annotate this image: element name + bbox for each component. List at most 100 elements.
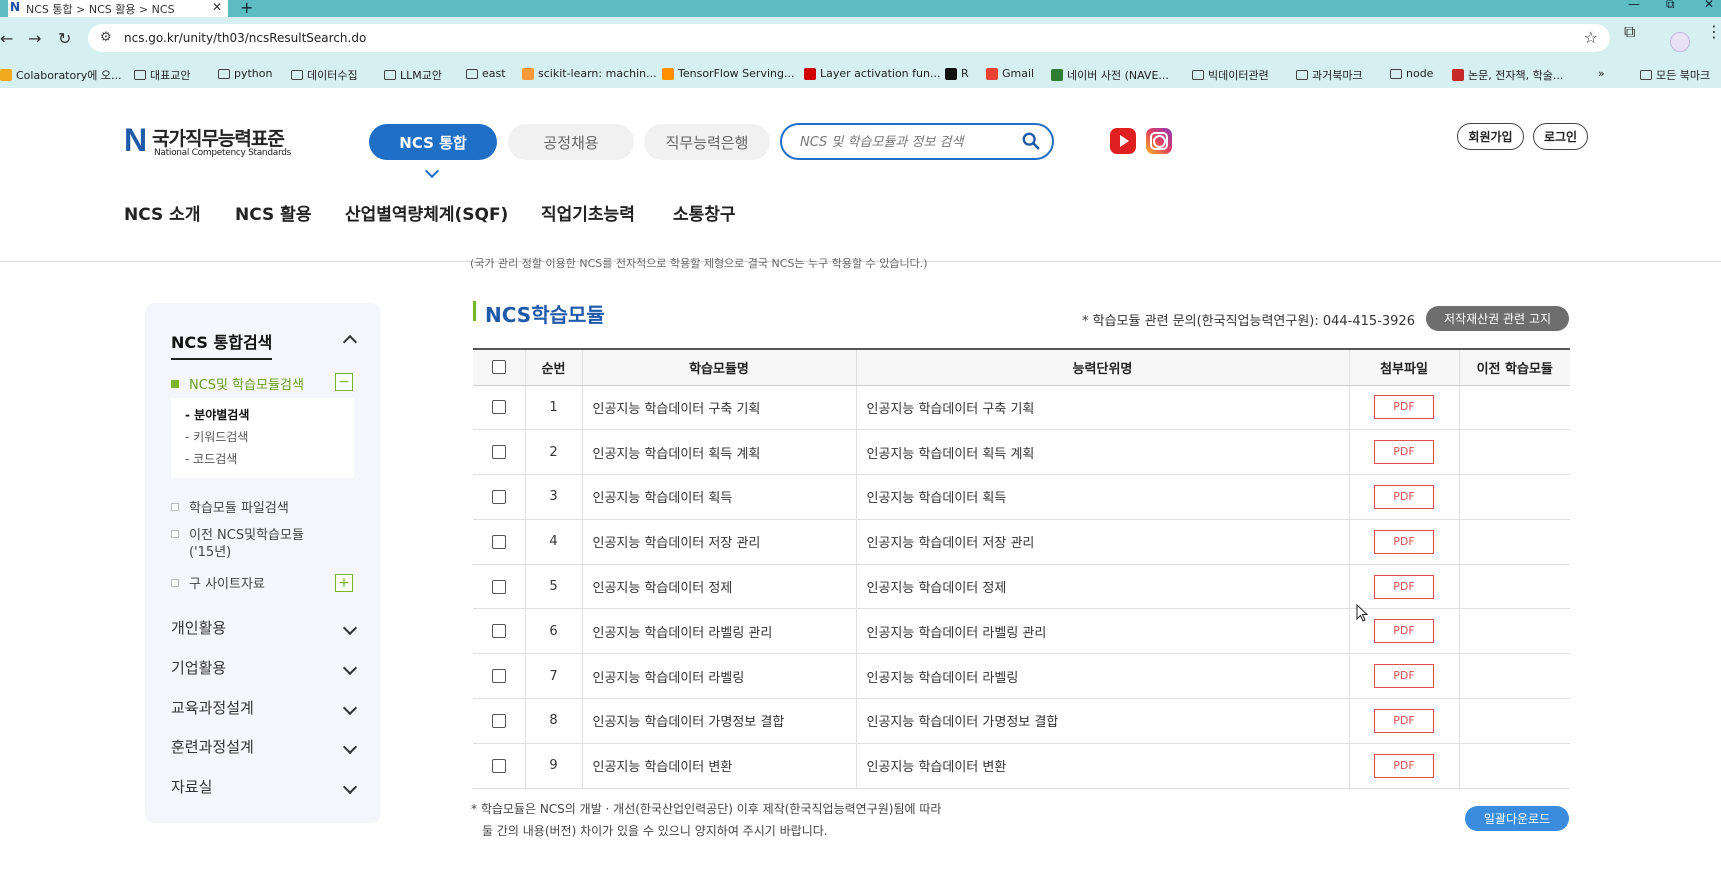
clipped-description: (국가 관리 정할 이용한 NCS를 전자적으로 학용할 제형으로 결국 NCS… <box>470 257 928 270</box>
bookmark-item[interactable]: 네이버 사전 (NAVE... <box>1051 67 1169 83</box>
folder-icon <box>291 70 303 80</box>
bookmark-item[interactable]: 대표교안 <box>134 67 190 83</box>
pdf-download-button[interactable]: PDF <box>1374 574 1434 599</box>
sidebar-menu-business[interactable]: 기업활용 <box>171 657 226 678</box>
sidebar-item-label: ('15년) <box>189 545 232 560</box>
bookmark-item[interactable]: Gmail <box>986 67 1034 80</box>
gnb-communication[interactable]: 소통창구 <box>673 200 736 225</box>
bookmark-item[interactable]: 빅데이터관련 <box>1192 67 1269 83</box>
pdf-download-button[interactable]: PDF <box>1374 753 1434 778</box>
unit-name: 인공지능 학습데이터 획득 계획 <box>855 429 1349 476</box>
site-info-icon[interactable]: ⚙ <box>100 30 112 45</box>
bookmark-item[interactable]: scikit-learn: machin... <box>522 67 657 80</box>
gnb-basic-competency[interactable]: 직업기초능력 <box>541 200 635 225</box>
address-url[interactable]: ncs.go.kr/unity/th03/ncsResultSearch.do <box>124 31 366 45</box>
sklearn-icon <box>522 67 534 80</box>
bookmark-item[interactable]: R <box>945 67 969 80</box>
search-icon[interactable] <box>1022 132 1040 150</box>
browser-tab[interactable]: N NCS 통합 > NCS 활용 > NCS ✕ <box>8 0 228 17</box>
row-checkbox[interactable] <box>491 534 506 549</box>
row-checkbox[interactable] <box>491 713 506 728</box>
pdf-download-button[interactable]: PDF <box>1374 395 1434 420</box>
search-input[interactable] <box>800 132 1010 152</box>
pdf-download-button[interactable]: PDF <box>1374 529 1434 554</box>
gnb-ncs-intro[interactable]: NCS 소개 <box>124 200 200 225</box>
instagram-icon[interactable] <box>1146 128 1172 154</box>
tab-fair-hiring[interactable]: 공정채용 <box>508 124 634 160</box>
row-checkbox[interactable] <box>491 669 506 684</box>
tab-ncs-integrated[interactable]: NCS 통합 <box>369 124 497 160</box>
bookmarks-more-button[interactable]: » <box>1598 67 1605 80</box>
chevron-down-icon[interactable] <box>342 700 358 716</box>
select-all-checkbox[interactable] <box>491 360 506 375</box>
close-window-button[interactable]: ✕ <box>1704 0 1714 11</box>
back-icon[interactable]: ← <box>0 29 13 48</box>
sidebar-item-old-ncs[interactable]: 이전 NCS및학습모듈 ('15년) <box>171 527 304 561</box>
bookmark-item[interactable]: 논문, 전자책, 학술... <box>1452 67 1563 83</box>
extensions-icon[interactable]: ⧉ <box>1624 22 1635 42</box>
row-checkbox[interactable] <box>491 489 506 504</box>
minimize-button[interactable]: — <box>1628 0 1640 11</box>
sidebar-menu-training[interactable]: 훈련과정설계 <box>171 736 254 757</box>
gnb-ncs-use[interactable]: NCS 활용 <box>235 200 311 225</box>
menu-icon[interactable]: ⋮ <box>1706 22 1721 41</box>
bookmark-item[interactable]: Colaboratory에 오... <box>0 67 122 83</box>
bookmark-item[interactable]: node <box>1390 67 1433 80</box>
bookmark-item[interactable]: TensorFlow Serving... <box>662 67 794 80</box>
row-check-cell <box>473 608 525 655</box>
pdf-download-button[interactable]: PDF <box>1374 664 1434 689</box>
sidebar-item-ncs-search[interactable]: NCS및 학습모듈검색 <box>171 374 304 393</box>
copyright-notice-button[interactable]: 저작재산권 관련 고지 <box>1426 306 1569 331</box>
new-tab-button[interactable]: + <box>240 0 253 17</box>
ncs-logo[interactable]: N 국가직무능력표준 National Competency Standards <box>124 124 294 164</box>
join-button[interactable]: 회원가입 <box>1457 123 1524 150</box>
close-tab-icon[interactable]: ✕ <box>212 0 222 14</box>
sidebar-title[interactable]: NCS 통합검색 <box>171 329 273 360</box>
collapse-minus-icon[interactable]: − <box>335 373 353 391</box>
row-checkbox[interactable] <box>491 758 506 773</box>
sidebar-menu-curriculum[interactable]: 교육과정설계 <box>171 697 254 718</box>
sidebar-subitem-keyword-search[interactable]: - 키워드검색 <box>185 428 248 445</box>
bookmark-star-icon[interactable]: ☆ <box>1584 28 1598 47</box>
chevron-down-icon[interactable] <box>342 739 358 755</box>
bookmark-item[interactable]: 데이터수집 <box>291 67 358 83</box>
pdf-download-button[interactable]: PDF <box>1374 440 1434 465</box>
bookmark-item[interactable]: python <box>218 67 272 80</box>
bookmark-item[interactable]: LLM교안 <box>384 67 442 83</box>
pdf-download-button[interactable]: PDF <box>1374 708 1434 733</box>
row-checkbox[interactable] <box>491 445 506 460</box>
forward-icon[interactable]: → <box>28 29 41 48</box>
chevron-down-icon[interactable] <box>342 620 358 636</box>
chevron-up-icon[interactable] <box>342 334 358 350</box>
pdf-download-button[interactable]: PDF <box>1374 619 1434 644</box>
youtube-icon[interactable] <box>1110 128 1136 154</box>
bookmark-item[interactable]: 과거북마크 <box>1296 67 1363 83</box>
sidebar-item-old-site[interactable]: 구 사이트자료 <box>171 573 265 592</box>
unit-name: 인공지능 학습데이터 정제 <box>855 564 1349 610</box>
bookmark-item[interactable]: Layer activation fun... <box>804 67 940 80</box>
sidebar-subitem-field-search[interactable]: - 분야별검색 <box>185 406 249 423</box>
reload-icon[interactable]: ↻ <box>58 29 71 48</box>
profile-avatar[interactable] <box>1670 32 1690 52</box>
expand-plus-icon[interactable]: + <box>335 574 353 592</box>
pdf-download-button[interactable]: PDF <box>1374 484 1434 509</box>
sidebar-subitem-code-search[interactable]: - 코드검색 <box>185 450 237 467</box>
all-bookmarks-folder[interactable]: 모든 북마크 <box>1640 67 1710 83</box>
restore-button[interactable]: ⧉ <box>1666 0 1675 12</box>
attachment-cell: PDF <box>1348 519 1459 565</box>
row-checkbox[interactable] <box>491 400 506 415</box>
chevron-down-icon[interactable] <box>342 779 358 795</box>
sidebar-menu-personal[interactable]: 개인활용 <box>171 617 226 638</box>
tab-competency-bank[interactable]: 직무능력은행 <box>644 124 770 160</box>
sidebar-menu-resources[interactable]: 자료실 <box>171 776 212 797</box>
address-bar[interactable]: ⚙ ncs.go.kr/unity/th03/ncsResultSearch.d… <box>88 24 1610 52</box>
gnb-sqf[interactable]: 산업별역량체계(SQF) <box>345 200 508 225</box>
sidebar-item-file-search[interactable]: 학습모듈 파일검색 <box>171 497 289 516</box>
row-checkbox[interactable] <box>491 579 506 594</box>
row-checkbox[interactable] <box>491 624 506 639</box>
previous-module-cell <box>1458 608 1570 655</box>
download-all-button[interactable]: 일괄다운로드 <box>1465 806 1569 831</box>
bookmark-item[interactable]: east <box>466 67 506 80</box>
login-button[interactable]: 로그인 <box>1533 123 1588 150</box>
chevron-down-icon[interactable] <box>342 660 358 676</box>
